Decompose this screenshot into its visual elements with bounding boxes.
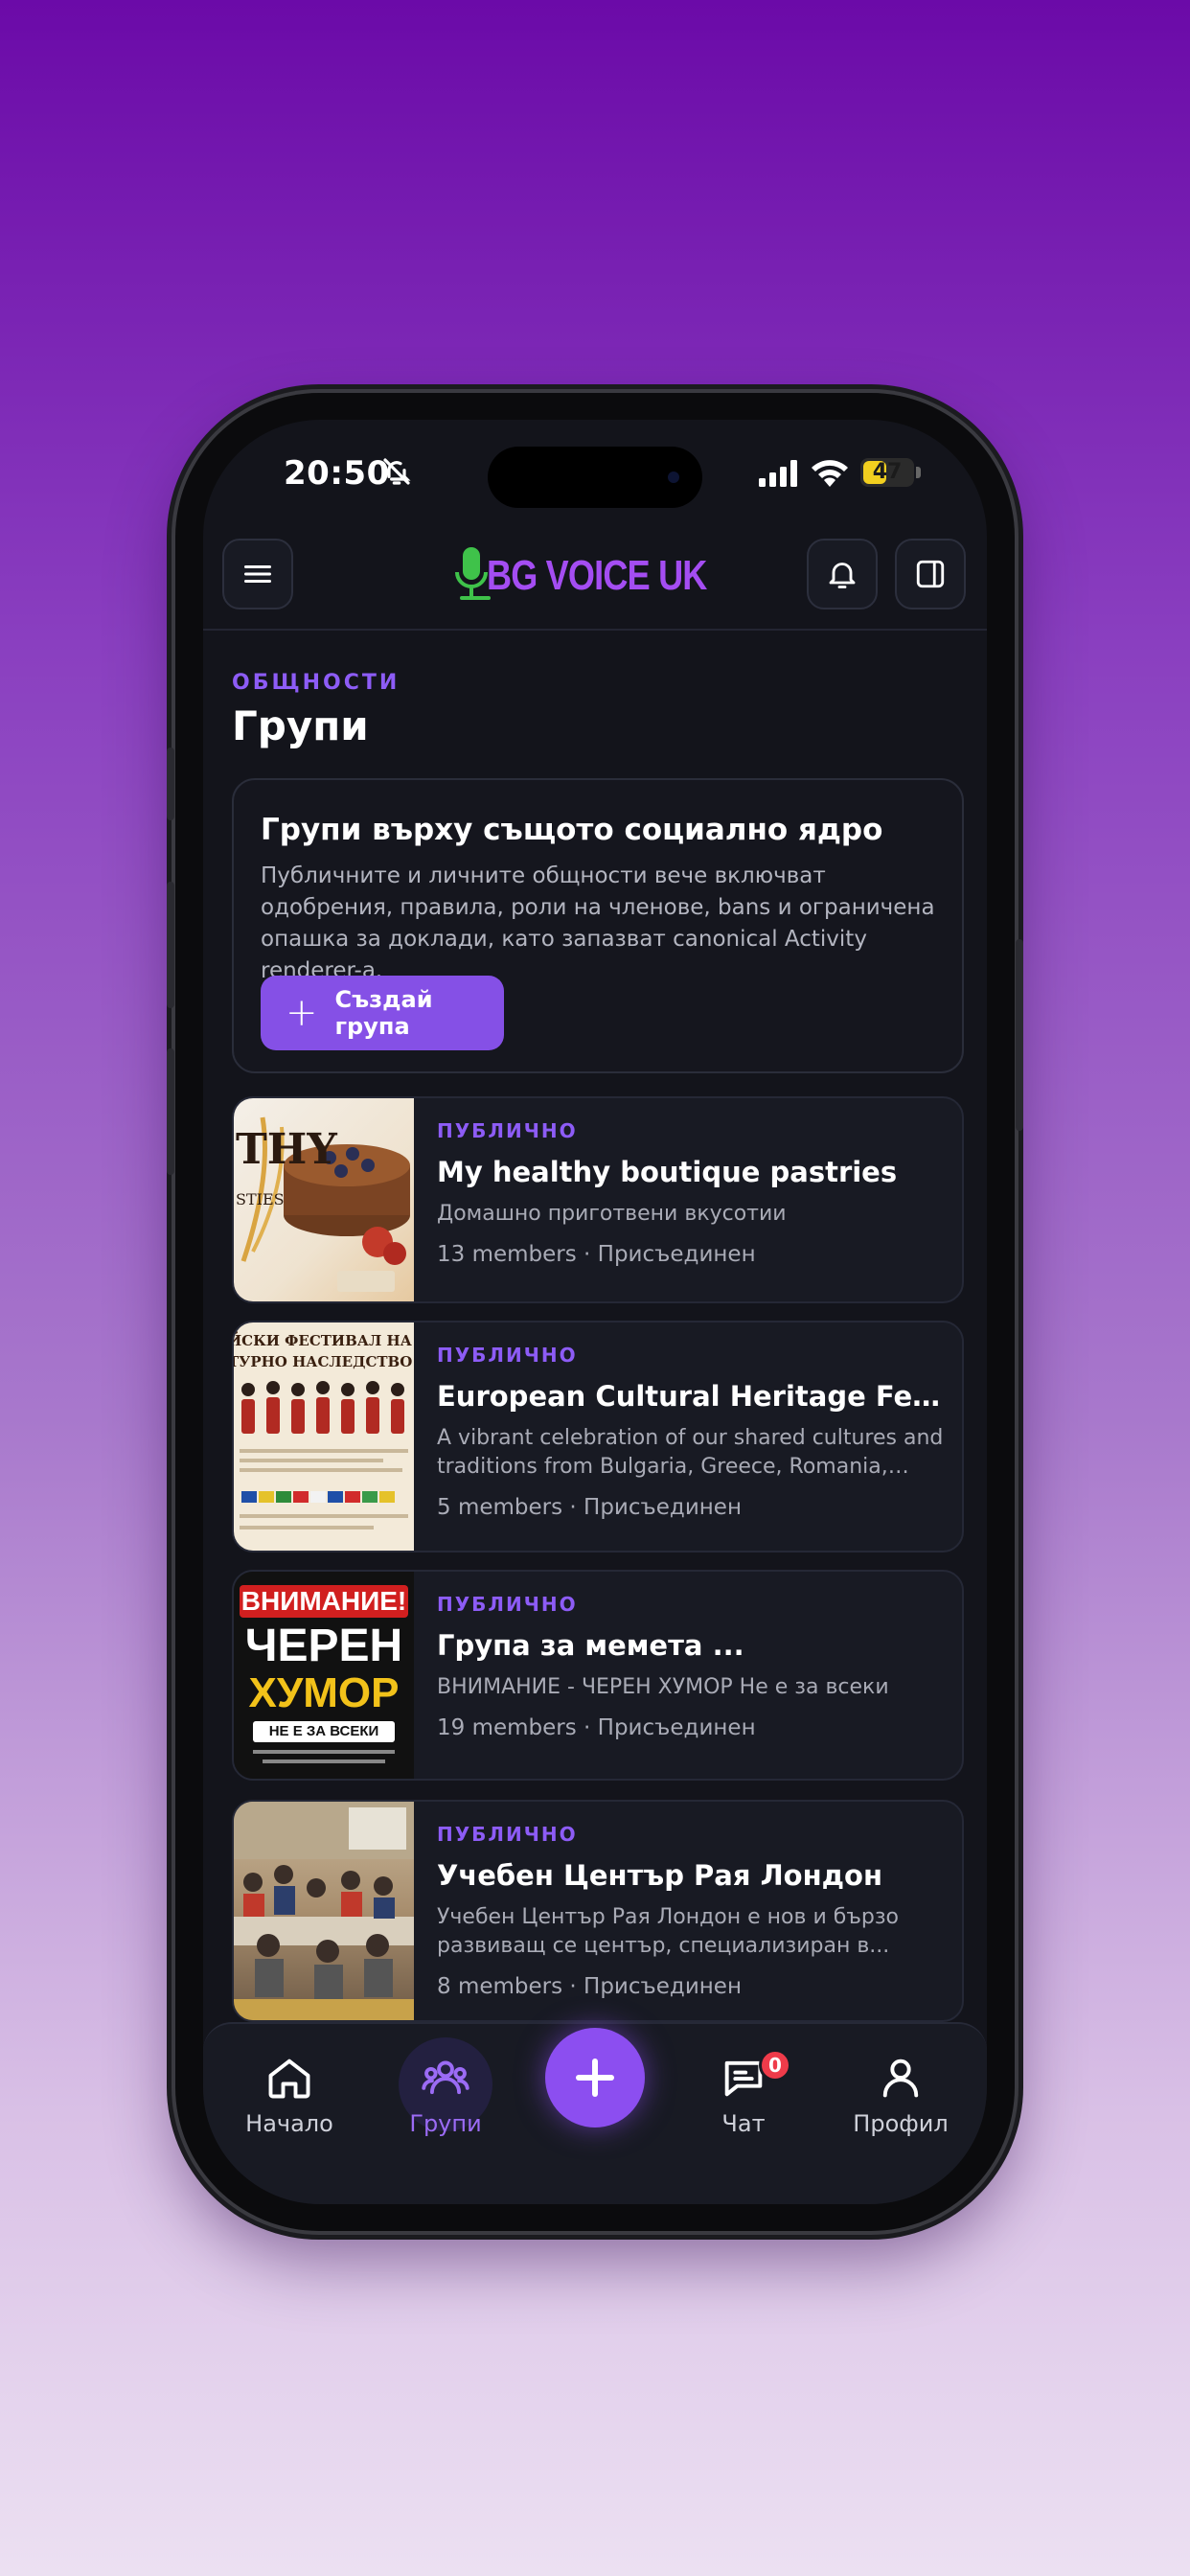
group-card[interactable]: ВНИМАНИЕ! ЧЕРЕН ХУМОР НЕ Е ЗА ВСЕКИ ПУБЛ… bbox=[232, 1570, 964, 1781]
wifi-icon bbox=[812, 460, 848, 487]
nav-label-profile: Профил bbox=[853, 2110, 949, 2137]
group-name[interactable]: European Cultural Heritage Festival bbox=[437, 1380, 945, 1413]
bottom-navigation: Начало Групи Чат 0 Профил bbox=[203, 2022, 987, 2204]
notifications-button[interactable] bbox=[807, 539, 878, 610]
menu-button[interactable] bbox=[222, 539, 293, 610]
volume-up-button bbox=[167, 882, 174, 1008]
group-description: Учебен Център Рая Лондон е нов и бързо р… bbox=[437, 1905, 900, 1958]
dynamic-island bbox=[488, 447, 702, 508]
bell-icon bbox=[829, 563, 856, 588]
nav-item-home[interactable]: Начало bbox=[232, 2053, 347, 2137]
group-visibility: ПУБЛИЧНО bbox=[437, 1344, 578, 1367]
group-meta: 19 members · Присъединен bbox=[437, 1715, 756, 1740]
battery-level: 47 bbox=[872, 460, 903, 484]
power-button bbox=[1016, 939, 1023, 1131]
app-screen: 20:50 47 BG VOICE UK ОБЩНОСТИ Групи Груп… bbox=[203, 420, 987, 2204]
battery-indicator: 47 bbox=[860, 458, 914, 487]
volume-down-button bbox=[167, 1048, 174, 1175]
group-visibility: ПУБЛИЧНО bbox=[437, 1593, 578, 1616]
group-card[interactable]: ПУБЛИЧНО Учебен Център Рая Лондон Учебен… bbox=[232, 1800, 964, 2022]
thumbnail-text: THY bbox=[236, 1125, 337, 1174]
thumbnail-text-line3: ХУМОР bbox=[248, 1669, 400, 1716]
page-title: Групи bbox=[232, 702, 369, 749]
group-visibility: ПУБЛИЧНО bbox=[437, 1823, 578, 1846]
header-divider bbox=[203, 629, 987, 631]
section-eyebrow: ОБЩНОСТИ bbox=[232, 671, 400, 695]
bell-off-icon bbox=[383, 458, 411, 485]
groups-info-card: Групи върху същото социално ядро Публичн… bbox=[232, 778, 964, 1073]
app-logo[interactable]: BG VOICE UK bbox=[454, 542, 755, 610]
info-card-body: Публичните и личните общности вече включ… bbox=[261, 863, 935, 983]
info-card-title: Групи върху същото социално ядро bbox=[261, 813, 883, 847]
sidebar-panel-icon bbox=[916, 560, 945, 588]
battery-tip bbox=[916, 467, 921, 478]
group-meta: 5 members · Присъединен bbox=[437, 1495, 742, 1520]
plus-icon: + bbox=[286, 991, 318, 1035]
thumbnail-text-line2: ЧЕРЕН bbox=[244, 1621, 403, 1671]
nav-item-profile[interactable]: Профил bbox=[843, 2053, 958, 2137]
thumbnail-text-line2: ТУРНО НАСЛЕДСТВО bbox=[234, 1353, 413, 1370]
create-group-button[interactable]: + Създай група bbox=[261, 976, 504, 1050]
group-description: ВНИМАНИЕ - ЧЕРЕН ХУМОР Не е за всеки bbox=[437, 1675, 889, 1699]
group-thumbnail[interactable]: ЙСКИ ФЕСТИВАЛ НА ТУРНО НАСЛЕДСТВО bbox=[234, 1322, 414, 1551]
hamburger-icon bbox=[244, 565, 271, 583]
action-button bbox=[167, 748, 174, 820]
chat-unread-badge: 0 bbox=[759, 2049, 791, 2082]
nav-item-groups[interactable]: Групи bbox=[388, 2053, 503, 2137]
create-post-button[interactable] bbox=[545, 2028, 645, 2128]
group-visibility: ПУБЛИЧНО bbox=[437, 1119, 578, 1142]
user-icon bbox=[882, 2058, 919, 2098]
cellular-signal-icon bbox=[759, 460, 797, 487]
nav-label-chat: Чат bbox=[721, 2110, 766, 2137]
logo-text: BG VOICE UK bbox=[487, 552, 707, 599]
nav-label-home: Начало bbox=[245, 2110, 333, 2137]
sidebar-toggle-button[interactable] bbox=[895, 539, 966, 610]
group-card[interactable]: THY STIES ПУБЛИЧНО My healthy boutique p… bbox=[232, 1096, 964, 1303]
group-thumbnail[interactable] bbox=[234, 1802, 414, 2020]
group-name[interactable]: Учебен Център Рая Лондон bbox=[437, 1859, 945, 1892]
thumbnail-text-line4: НЕ Е ЗА ВСЕКИ bbox=[268, 1723, 379, 1739]
group-meta: 8 members · Присъединен bbox=[437, 1974, 742, 1999]
status-time: 20:50 bbox=[284, 454, 390, 493]
group-meta: 13 members · Присъединен bbox=[437, 1242, 756, 1267]
group-card[interactable]: ЙСКИ ФЕСТИВАЛ НА ТУРНО НАСЛЕДСТВО ПУБЛИЧ… bbox=[232, 1321, 964, 1552]
group-thumbnail[interactable]: ВНИМАНИЕ! ЧЕРЕН ХУМОР НЕ Е ЗА ВСЕКИ bbox=[234, 1572, 414, 1779]
create-group-label: Създай група bbox=[334, 986, 433, 1040]
thumbnail-subtext: STIES bbox=[236, 1190, 285, 1208]
users-icon bbox=[422, 2060, 469, 2095]
home-icon bbox=[268, 2058, 310, 2099]
thumbnail-text-line1: ВНИМАНИЕ! bbox=[240, 1586, 407, 1616]
classroom-photo-image bbox=[234, 1802, 414, 2020]
nav-label-groups: Групи bbox=[409, 2110, 482, 2137]
group-thumbnail[interactable]: THY STIES bbox=[234, 1098, 414, 1301]
group-name[interactable]: Група за мемета ... bbox=[437, 1629, 945, 1662]
group-description: Домашно приготвени вкусотии bbox=[437, 1202, 787, 1226]
group-name[interactable]: My healthy boutique pastries bbox=[437, 1156, 945, 1188]
plus-icon bbox=[576, 2058, 614, 2097]
thumbnail-text-line1: ЙСКИ ФЕСТИВАЛ НА bbox=[234, 1332, 412, 1349]
group-description: A vibrant celebration of our shared cult… bbox=[437, 1426, 944, 1479]
